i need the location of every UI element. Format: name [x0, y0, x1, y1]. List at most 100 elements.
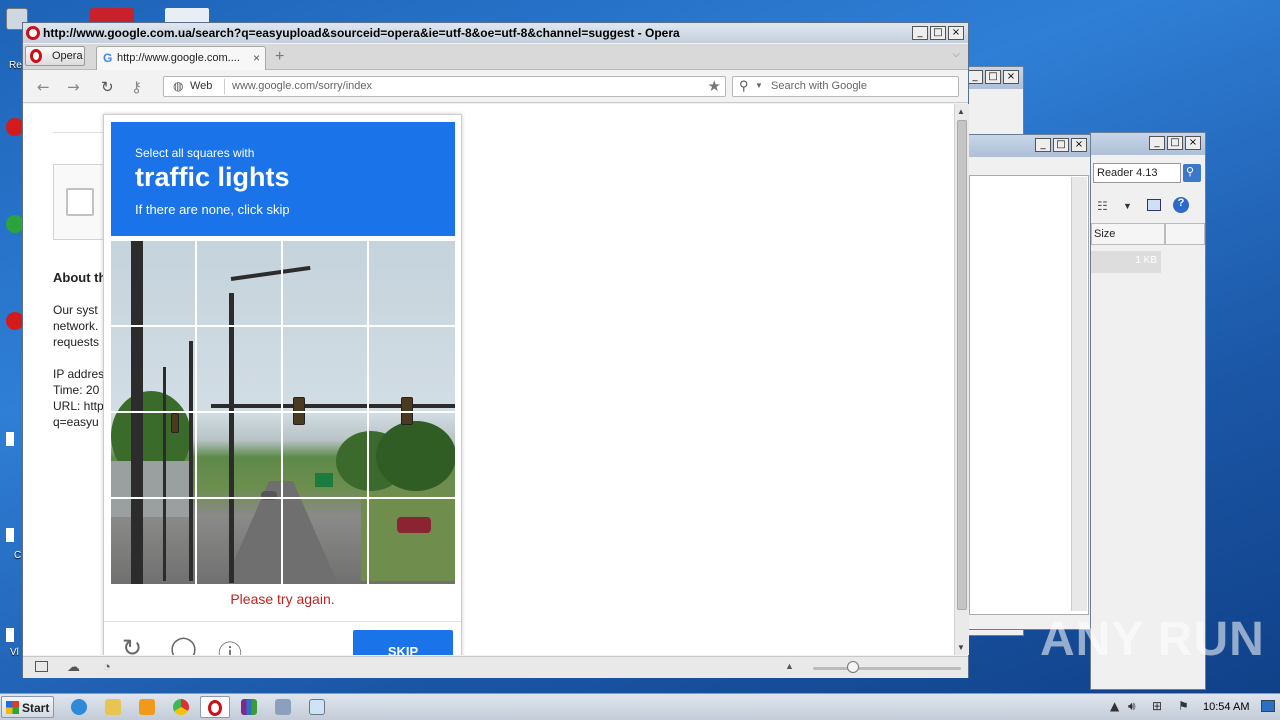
maximize-button[interactable]: □ [985, 70, 1001, 84]
close-button[interactable]: × [948, 26, 964, 40]
image-tile[interactable] [197, 241, 283, 327]
image-tile[interactable] [283, 499, 369, 584]
image-tile[interactable] [283, 413, 369, 499]
start-button[interactable]: Start [1, 696, 54, 718]
reload-icon[interactable]: ↻ [101, 78, 114, 96]
chevron-down-icon[interactable]: ▼ [1123, 201, 1132, 211]
maximize-button[interactable]: □ [1053, 138, 1069, 152]
network-icon[interactable]: ⊞ [1152, 699, 1162, 713]
minimize-button[interactable]: _ [967, 70, 983, 84]
search-box[interactable]: ⚲ ▼ Search with Google [732, 76, 959, 97]
background-window-3[interactable]: _ □ × Reader 4.13 ⚲ ☷ ▼ ? Size 1 KB [1090, 132, 1206, 690]
about-heading: About th [53, 270, 107, 285]
taskbar-notepad-button[interactable] [302, 696, 332, 718]
tile-layer [111, 241, 455, 584]
image-tile[interactable] [111, 499, 197, 584]
window-titlebar[interactable]: _ □ × [965, 135, 1091, 157]
opera-turbo-icon[interactable]: ◔ [103, 659, 111, 674]
preview-pane-icon[interactable] [1147, 199, 1161, 211]
taskbar-explorer-button[interactable] [98, 696, 128, 718]
new-tab-button[interactable]: + [275, 48, 284, 66]
bookmark-star-icon[interactable]: ★ [708, 77, 721, 95]
image-tile[interactable] [369, 241, 455, 327]
zoom-slider-track[interactable] [813, 667, 961, 670]
maximize-button[interactable]: □ [930, 26, 946, 40]
tab-bar: Opera G http://www.google.com.... × + ⌵ [23, 44, 968, 70]
image-tile[interactable] [111, 241, 197, 327]
zoom-slider-handle[interactable] [847, 661, 859, 673]
vertical-scrollbar[interactable]: ▲ ▼ [954, 104, 969, 655]
status-bar: ☁ ◔ ▲ [23, 656, 968, 678]
image-tile[interactable] [197, 327, 283, 413]
panel-toggle-icon[interactable] [35, 661, 48, 672]
opera-menu-button[interactable]: Opera [25, 46, 85, 66]
tab-google[interactable]: G http://www.google.com.... × [96, 46, 266, 70]
show-desktop-button[interactable] [1261, 700, 1275, 712]
image-tile[interactable] [369, 327, 455, 413]
image-tile[interactable] [369, 499, 455, 584]
view-options-icon[interactable]: ☷ [1097, 199, 1108, 213]
close-tab-icon[interactable]: × [253, 51, 260, 65]
image-tile[interactable] [197, 413, 283, 499]
column-header-size[interactable]: Size [1091, 223, 1165, 245]
show-hidden-icons-icon[interactable]: ▲ [1110, 699, 1119, 713]
opera-unite-cloud-icon[interactable]: ☁ [67, 659, 80, 675]
image-tile[interactable] [283, 327, 369, 413]
image-tile[interactable] [111, 327, 197, 413]
taskbar-app-button[interactable] [268, 696, 298, 718]
search-button[interactable]: ⚲ [1183, 164, 1201, 182]
image-tile[interactable] [283, 241, 369, 327]
column-header-label: Size [1094, 228, 1116, 240]
scroll-up-icon[interactable]: ▲ [957, 107, 965, 116]
audio-challenge-icon[interactable]: ◯ [170, 634, 197, 655]
close-button[interactable]: × [1003, 70, 1019, 84]
action-center-flag-icon[interactable]: ⚑ [1178, 699, 1189, 713]
help-icon[interactable]: ? [1173, 197, 1189, 213]
scroll-down-icon[interactable]: ▼ [957, 643, 965, 652]
tab-menu-chevron-icon[interactable]: ⌵ [952, 49, 960, 60]
back-icon[interactable]: ← [37, 78, 50, 96]
search-engine-dropdown-icon[interactable]: ▼ [755, 81, 763, 90]
minimize-button[interactable]: _ [1035, 138, 1051, 152]
address-bar[interactable]: ◍ Web www.google.com/sorry/index ★ [163, 76, 726, 97]
taskbar-media-button[interactable] [132, 696, 162, 718]
show-image-icon[interactable]: ▲ [785, 661, 794, 671]
recaptcha-checkbox[interactable] [66, 188, 94, 216]
opera-icon [208, 700, 222, 716]
program-search-field[interactable]: Reader 4.13 [1093, 163, 1181, 183]
forward-icon[interactable]: → [67, 78, 80, 96]
taskbar-chrome-button[interactable] [166, 696, 196, 718]
vertical-scrollbar[interactable] [1071, 177, 1087, 611]
minimize-button[interactable]: _ [1149, 136, 1165, 150]
search-icon: ⚲ [1186, 166, 1195, 178]
window-titlebar[interactable]: _ □ × [1091, 133, 1205, 155]
reload-challenge-icon[interactable]: ↻ [122, 634, 142, 655]
close-button[interactable]: × [1185, 136, 1201, 150]
opera-logo-icon [26, 26, 40, 40]
recaptcha-challenge: Select all squares with traffic lights I… [103, 114, 462, 655]
file-row[interactable]: 1 KB [1091, 251, 1161, 273]
image-tile[interactable] [111, 413, 197, 499]
clock[interactable]: 10:54 AM [1203, 701, 1249, 713]
volume-icon[interactable]: 🔊︎ [1128, 699, 1136, 714]
opera-window[interactable]: http://www.google.com.ua/search?q=easyup… [22, 22, 969, 678]
window-title: http://www.google.com.ua/search?q=easyup… [43, 26, 680, 40]
taskbar-ie-button[interactable] [64, 696, 94, 718]
info-icon[interactable]: ⓘ [218, 634, 242, 655]
image-tile[interactable] [197, 499, 283, 584]
taskbar-winrar-button[interactable] [234, 696, 264, 718]
minimize-button[interactable]: _ [912, 26, 928, 40]
column-header-extra[interactable] [1165, 223, 1205, 245]
image-tile[interactable] [369, 413, 455, 499]
close-button[interactable]: × [1071, 138, 1087, 152]
desktop-icon-label: Vl [10, 647, 19, 658]
skip-button[interactable]: SKIP [353, 630, 453, 655]
taskbar-opera-button[interactable] [200, 696, 230, 718]
scrollbar-thumb[interactable] [957, 120, 967, 610]
window-titlebar[interactable]: http://www.google.com.ua/search?q=easyup… [23, 23, 968, 43]
folder-icon [105, 699, 121, 715]
maximize-button[interactable]: □ [1167, 136, 1183, 150]
window-titlebar[interactable]: _ □ × [961, 67, 1023, 89]
key-icon[interactable]: ⚷ [131, 78, 142, 96]
background-window-2[interactable]: _ □ × [964, 134, 1092, 630]
